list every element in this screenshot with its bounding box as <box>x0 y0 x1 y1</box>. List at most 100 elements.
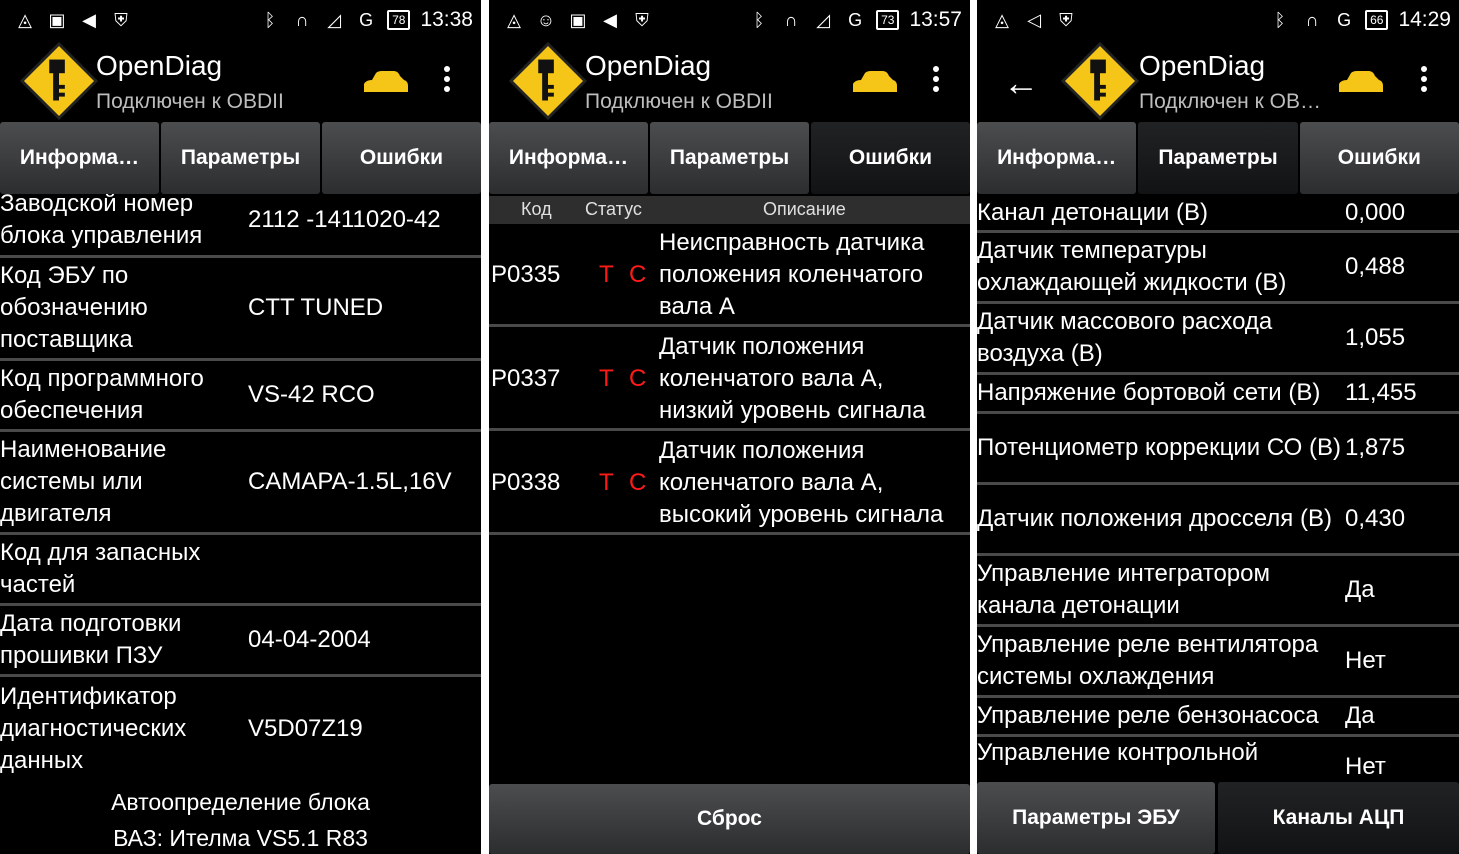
list-item[interactable]: Дата подготовки прошивки ПЗУ 04-04-2004 <box>0 606 481 677</box>
tab-adc-channels[interactable]: Каналы АЦП <box>1218 782 1459 854</box>
list-item[interactable]: Наименование системы или двигателя CAMAPA… <box>0 432 481 535</box>
headphones-icon: ∩ <box>295 10 309 30</box>
column-header-code: Код <box>521 199 552 219</box>
battery-indicator: 78 <box>387 10 411 30</box>
key-warning-sign-icon[interactable] <box>509 42 587 120</box>
list-item[interactable]: Заводской номер блока управления 2112 -14… <box>0 194 481 258</box>
list-item[interactable]: Управление интегратором канала детонации… <box>977 556 1459 627</box>
image-icon: ▣ <box>569 10 587 30</box>
column-header-description: Описание <box>763 199 846 219</box>
shield-icon: ⛨ <box>635 10 649 30</box>
shield-icon: ⛨ <box>114 10 128 30</box>
list-item[interactable]: Датчик массового расхода воздуха (В) 1,05… <box>977 304 1459 375</box>
car-icon[interactable] <box>360 68 410 98</box>
table-row[interactable]: P0337 T C Датчик положения коленчатого в… <box>489 330 970 431</box>
bluetooth-icon: ᛒ <box>264 10 276 30</box>
overflow-menu-icon[interactable] <box>931 66 941 96</box>
clock: 14:29 <box>1398 8 1451 31</box>
clock: 13:57 <box>909 8 962 31</box>
back-arrow-icon[interactable]: ← <box>1003 62 1039 104</box>
table-row[interactable]: P0338 T C Датчик положения коленчатого в… <box>489 434 970 535</box>
list-item[interactable]: Управление контрольной Нет <box>977 737 1459 778</box>
reset-button[interactable]: Сброс <box>489 784 970 854</box>
phone-screen-info: ◬ ▣ ◀ ⛨ ᛒ ∩ ◿ G 78 13:38 OpenDiag Подклю… <box>0 0 481 854</box>
image-icon: ▣ <box>48 10 66 30</box>
info-list: Заводской номер блока управления 2112 -14… <box>0 194 481 778</box>
signal-icon: ◿ <box>327 10 341 30</box>
list-item[interactable]: Напряжение бортовой сети (В) 11,455 <box>977 375 1459 414</box>
parameters-list: Канал детонации (В) 0,000 Датчик температ… <box>977 196 1459 778</box>
tab-parameters[interactable]: Параметры <box>161 122 320 194</box>
tab-bar: Информа… Параметры Ошибки <box>489 122 970 194</box>
volume-icon: ◀ <box>82 10 96 30</box>
navigation-icon: ◬ <box>18 10 32 30</box>
list-item[interactable]: Код для запасных частей <box>0 535 481 606</box>
status-bar: ◬ ☺ ▣ ◀ ⛨ ᛒ ∩ ◿ G 73 13:57 <box>489 0 970 40</box>
list-item[interactable]: Канал детонации (В) 0,000 <box>977 196 1459 233</box>
app-title: OpenDiag <box>1139 50 1266 81</box>
ecu-autodetect-text: Автоопределение блока ВАЗ: Ителма VS5.1 … <box>111 789 370 851</box>
phone-screen-parameters: ◬ ◁ ⛨ ᛒ ∩ G 66 14:29 ← OpenDiag Подключе… <box>977 0 1459 854</box>
network-g-icon: G <box>359 10 374 30</box>
column-header-status: Статус <box>585 199 642 219</box>
navigation-icon: ◬ <box>507 10 521 30</box>
headphones-icon: ∩ <box>784 10 798 30</box>
navigation-icon: ◬ <box>995 10 1009 30</box>
list-item[interactable]: Код ЭБУ по обозначению поставщика CTT TUN… <box>0 258 481 361</box>
network-g-icon: G <box>848 10 863 30</box>
phone-screen-errors: ◬ ☺ ▣ ◀ ⛨ ᛒ ∩ ◿ G 73 13:57 OpenDiag Подк… <box>489 0 970 854</box>
clock: 13:38 <box>420 8 473 31</box>
errors-table-header: Код Статус Описание <box>489 196 970 224</box>
network-g-icon: G <box>1337 10 1352 30</box>
volume-icon: ◀ <box>603 10 617 30</box>
status-c: C <box>629 261 647 288</box>
status-t: T <box>599 261 614 288</box>
app-bar: ← OpenDiag Подключен к OB… <box>977 40 1459 122</box>
status-t: T <box>599 469 614 496</box>
app-title: OpenDiag <box>585 50 712 81</box>
tab-parameters[interactable]: Параметры <box>1138 122 1298 194</box>
connection-status: Подключен к OBDII <box>96 90 284 113</box>
tab-parameters[interactable]: Параметры <box>650 122 809 194</box>
list-item[interactable]: Управление реле вентилятора системы охла… <box>977 627 1459 698</box>
key-warning-sign-icon[interactable] <box>20 42 98 120</box>
tab-bar: Информа… Параметры Ошибки <box>0 122 481 194</box>
list-item[interactable]: Идентификатор диагностических данных V5D0… <box>0 677 481 778</box>
tab-errors[interactable]: Ошибки <box>811 122 970 194</box>
list-item[interactable]: Управление реле бензонасоса Да <box>977 698 1459 737</box>
app-title: OpenDiag <box>96 50 223 81</box>
car-icon[interactable] <box>849 68 899 98</box>
app-bar: OpenDiag Подключен к OBDII <box>0 40 481 122</box>
tab-bar: Информа… Параметры Ошибки <box>977 122 1459 194</box>
headphones-icon: ∩ <box>1305 10 1319 30</box>
battery-indicator: 73 <box>876 10 900 30</box>
list-item[interactable]: Датчик положения дросселя (В) 0,430 <box>977 485 1459 556</box>
status-bar: ◬ ▣ ◀ ⛨ ᛒ ∩ ◿ G 78 13:38 <box>0 0 481 40</box>
connection-status: Подключен к OB… <box>1139 90 1321 113</box>
overflow-menu-icon[interactable] <box>1419 66 1429 96</box>
message-icon: ☺ <box>536 10 556 30</box>
table-row[interactable]: P0335 T C Неисправность датчика положени… <box>489 226 970 327</box>
tab-info[interactable]: Информа… <box>0 122 159 194</box>
shield-icon: ⛨ <box>1059 10 1073 30</box>
tab-errors[interactable]: Ошибки <box>1299 122 1459 194</box>
app-bar: OpenDiag Подключен к OBDII <box>489 40 970 122</box>
car-icon[interactable] <box>1335 68 1385 98</box>
status-t: T <box>599 365 614 392</box>
overflow-menu-icon[interactable] <box>442 66 452 96</box>
tab-info[interactable]: Информа… <box>977 122 1137 194</box>
tab-ecu-parameters[interactable]: Параметры ЭБУ <box>977 782 1215 854</box>
key-warning-sign-icon[interactable] <box>1061 42 1139 120</box>
tab-info[interactable]: Информа… <box>489 122 648 194</box>
tab-errors[interactable]: Ошибки <box>322 122 481 194</box>
mute-icon: ◁ <box>1027 10 1041 30</box>
status-c: C <box>629 469 647 496</box>
connection-status: Подключен к OBDII <box>585 90 773 113</box>
list-item[interactable]: Датчик температуры охлаждающей жидкости … <box>977 233 1459 304</box>
list-item[interactable]: Код программного обеспечения VS-42 RCO <box>0 361 481 432</box>
bluetooth-icon: ᛒ <box>1274 10 1286 30</box>
status-c: C <box>629 365 647 392</box>
battery-indicator: 66 <box>1365 10 1389 30</box>
list-item[interactable]: Потенциометр коррекции СО (В) 1,875 <box>977 414 1459 485</box>
signal-icon: ◿ <box>816 10 830 30</box>
